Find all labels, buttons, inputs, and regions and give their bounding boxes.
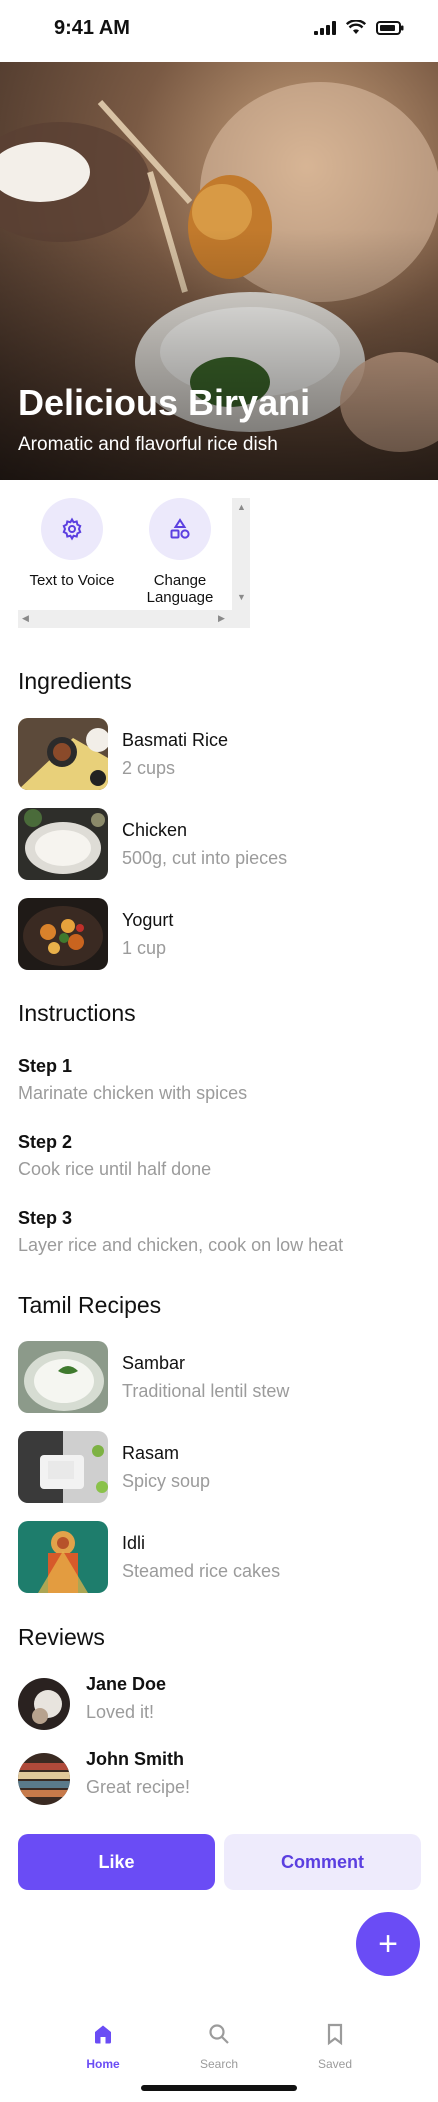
tab-home-label: Home	[86, 2057, 120, 2071]
status-icons	[314, 20, 404, 35]
ingredients-title: Ingredients	[18, 668, 132, 694]
ingredient-name: Yogurt	[122, 910, 174, 930]
tamil-recipes-title: Tamil Recipes	[18, 1292, 162, 1318]
scroll-right-icon[interactable]: ▶	[218, 613, 225, 624]
reviews-title: Reviews	[18, 1624, 105, 1650]
like-button[interactable]: Like	[18, 1834, 215, 1890]
status-time: 9:41 AM	[54, 17, 130, 39]
recipe-thumbnail	[18, 1431, 108, 1503]
home-indicator	[141, 2085, 297, 2091]
avatar	[18, 1678, 70, 1730]
ingredient-item[interactable]: Basmati Rice 2 cups	[18, 718, 418, 790]
text-to-voice-button[interactable]: Text to Voice	[22, 498, 122, 589]
review-text: Great recipe!	[86, 1777, 191, 1797]
ingredient-amount: 500g, cut into pieces	[122, 848, 288, 868]
ingredient-name: Chicken	[122, 820, 188, 840]
actions-panel: Text to Voice Change Language ▲ ▼ ◀ ▶	[18, 498, 250, 628]
avatar	[18, 1753, 70, 1805]
ingredient-item[interactable]: Yogurt 1 cup	[18, 898, 418, 970]
signal-icon	[314, 20, 336, 35]
shapes-icon	[170, 518, 190, 539]
battery-icon	[376, 20, 404, 35]
step-text: Layer rice and chicken, cook on low heat	[18, 1235, 344, 1255]
reviewer-name: John Smith	[86, 1749, 184, 1769]
search-icon	[209, 2024, 229, 2044]
recipe-thumbnail	[18, 1341, 108, 1413]
ingredient-item[interactable]: Chicken 500g, cut into pieces	[18, 808, 418, 880]
review-item: Jane Doe Loved it!	[18, 1674, 418, 1730]
change-language-button[interactable]: Change Language	[130, 498, 230, 606]
bookmark-icon	[327, 2023, 343, 2046]
horizontal-scrollbar[interactable]: ◀ ▶	[18, 610, 232, 628]
recipe-description: Traditional lentil stew	[122, 1381, 290, 1401]
gear-icon	[62, 517, 82, 541]
recipe-description: Steamed rice cakes	[122, 1561, 281, 1581]
step-title: Step 1	[18, 1056, 73, 1076]
ingredient-amount: 1 cup	[122, 938, 167, 958]
add-button[interactable]: +	[356, 1912, 420, 1976]
recipe-name: Rasam	[122, 1443, 180, 1463]
scroll-up-icon[interactable]: ▲	[237, 502, 246, 512]
recipe-item[interactable]: Rasam Spicy soup	[18, 1431, 418, 1503]
ingredient-thumbnail	[18, 718, 108, 790]
ingredient-amount: 2 cups	[122, 758, 176, 778]
home-icon	[95, 2025, 111, 2044]
plus-icon: +	[378, 1924, 398, 1963]
ingredient-thumbnail	[18, 898, 108, 970]
scroll-left-icon[interactable]: ◀	[22, 613, 29, 624]
ingredient-thumbnail	[18, 808, 108, 880]
ingredient-name: Basmati Rice	[122, 730, 229, 750]
recipe-item[interactable]: Sambar Traditional lentil stew	[18, 1341, 418, 1413]
step-text: Cook rice until half done	[18, 1159, 212, 1179]
text-to-voice-label: Text to Voice	[29, 572, 115, 589]
tab-saved[interactable]: Saved	[290, 2022, 380, 2071]
reviewer-name: Jane Doe	[86, 1674, 167, 1694]
step-text: Marinate chicken with spices	[18, 1083, 248, 1103]
tab-search[interactable]: Search	[174, 2022, 264, 2071]
tab-home[interactable]: Home	[58, 2022, 148, 2071]
recipe-item[interactable]: Idli Steamed rice cakes	[18, 1521, 418, 1593]
tab-search-label: Search	[199, 2057, 239, 2071]
recipe-thumbnail	[18, 1521, 108, 1593]
recipe-title: Delicious Biryani	[18, 382, 311, 423]
scroll-down-icon[interactable]: ▼	[237, 592, 246, 602]
tab-saved-label: Saved	[317, 2057, 353, 2071]
text-to-voice-circle	[41, 498, 103, 560]
change-language-circle	[149, 498, 211, 560]
recipe-name: Idli	[122, 1533, 146, 1553]
hero-image: Delicious Biryani Aromatic and flavorful…	[0, 62, 438, 480]
recipe-name: Sambar	[122, 1353, 186, 1373]
review-text: Loved it!	[86, 1702, 155, 1722]
instructions-title: Instructions	[18, 1000, 136, 1026]
change-language-label: Change Language	[146, 572, 214, 606]
status-bar: 9:41 AM	[0, 0, 438, 62]
recipe-description: Spicy soup	[122, 1471, 211, 1491]
wifi-icon	[346, 20, 366, 34]
recipe-subtitle: Aromatic and flavorful rice dish	[18, 434, 278, 455]
step-title: Step 3	[18, 1208, 73, 1228]
comment-button[interactable]: Comment	[224, 1834, 421, 1890]
vertical-scrollbar[interactable]: ▲ ▼	[232, 498, 250, 628]
review-item: John Smith Great recipe!	[18, 1749, 418, 1805]
step-title: Step 2	[18, 1132, 73, 1152]
